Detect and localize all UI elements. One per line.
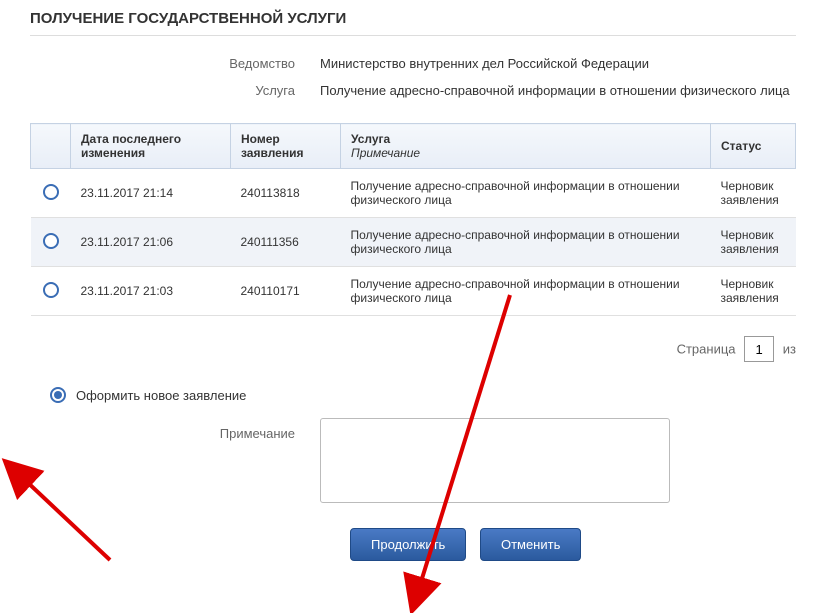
table-row[interactable]: 23.11.2017 21:14 240113818 Получение адр… (31, 169, 796, 218)
row-radio[interactable] (43, 233, 59, 249)
row-radio[interactable] (43, 282, 59, 298)
row-date: 23.11.2017 21:14 (71, 169, 231, 218)
row-status: Черновик заявления (711, 267, 796, 316)
row-date: 23.11.2017 21:06 (71, 218, 231, 267)
service-row: Услуга Получение адресно-справочной инфо… (30, 83, 796, 98)
th-service-main: Услуга (351, 132, 390, 146)
cancel-button[interactable]: Отменить (480, 528, 581, 561)
pagination-of: из (783, 342, 796, 357)
new-application-radio[interactable] (50, 387, 66, 403)
row-service: Получение адресно-справочной информации … (341, 267, 711, 316)
note-label: Примечание (30, 418, 320, 503)
note-row: Примечание (30, 418, 796, 503)
row-date: 23.11.2017 21:03 (71, 267, 231, 316)
row-service: Получение адресно-справочной информации … (341, 218, 711, 267)
row-status: Черновик заявления (711, 169, 796, 218)
buttons-row: Продолжить Отменить (350, 528, 796, 561)
th-service-sub: Примечание (351, 146, 700, 160)
page-input[interactable] (744, 336, 774, 362)
row-status: Черновик заявления (711, 218, 796, 267)
agency-row: Ведомство Министерство внутренних дел Ро… (30, 56, 796, 71)
new-application-label: Оформить новое заявление (76, 388, 246, 403)
th-service: Услуга Примечание (341, 124, 711, 169)
new-application-row[interactable]: Оформить новое заявление (50, 387, 796, 403)
pagination: Страница из (30, 336, 796, 362)
service-label: Услуга (30, 83, 320, 98)
page-title: ПОЛУЧЕНИЕ ГОСУДАРСТВЕННОЙ УСЛУГИ (30, 10, 796, 36)
agency-value: Министерство внутренних дел Российской Ф… (320, 56, 796, 71)
agency-label: Ведомство (30, 56, 320, 71)
table-row[interactable]: 23.11.2017 21:06 240111356 Получение адр… (31, 218, 796, 267)
row-number: 240113818 (231, 169, 341, 218)
th-number: Номер заявления (231, 124, 341, 169)
th-status: Статус (711, 124, 796, 169)
row-radio[interactable] (43, 184, 59, 200)
row-service: Получение адресно-справочной информации … (341, 169, 711, 218)
th-date: Дата последнего изменения (71, 124, 231, 169)
applications-table: Дата последнего изменения Номер заявлени… (30, 123, 796, 316)
service-value: Получение адресно-справочной информации … (320, 83, 796, 98)
th-select (31, 124, 71, 169)
row-number: 240111356 (231, 218, 341, 267)
table-row[interactable]: 23.11.2017 21:03 240110171 Получение адр… (31, 267, 796, 316)
note-textarea[interactable] (320, 418, 670, 503)
row-number: 240110171 (231, 267, 341, 316)
continue-button[interactable]: Продолжить (350, 528, 466, 561)
pagination-label: Страница (677, 342, 736, 357)
